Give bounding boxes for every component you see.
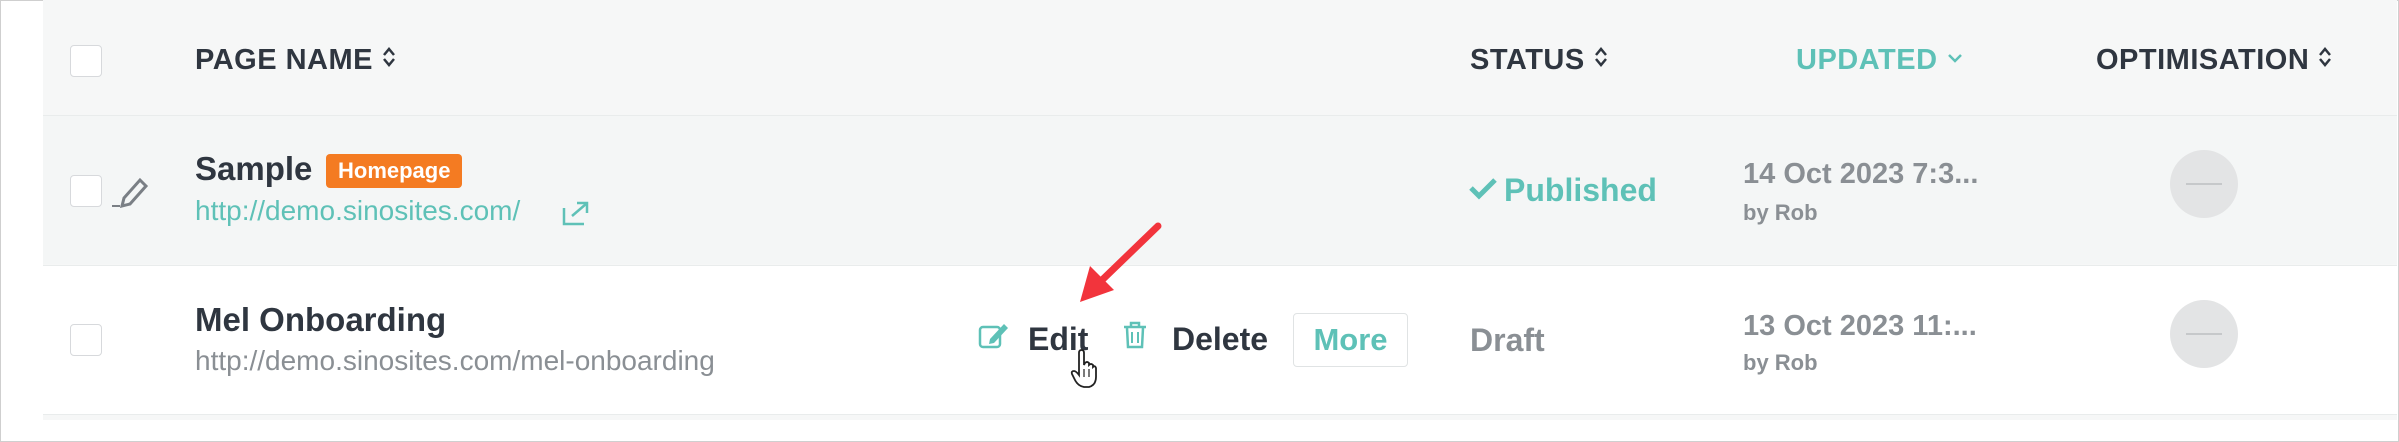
column-header-updated[interactable]: UPDATED (1796, 44, 1964, 77)
page-url-link[interactable]: http://demo.sinosites.com/ (195, 195, 520, 227)
updated-date: 13 Oct 2023 11:... (1743, 310, 1977, 342)
table-row[interactable] (43, 115, 2397, 264)
pencil-icon[interactable] (110, 172, 150, 213)
page-url[interactable]: http://demo.sinosites.com/mel-onboarding (195, 345, 715, 377)
chevron-down-icon (1946, 44, 1964, 77)
delete-button[interactable]: Delete (1122, 320, 1268, 358)
page-name[interactable]: Mel Onboarding (195, 301, 446, 339)
select-all-checkbox[interactable] (70, 45, 102, 77)
edit-icon (978, 320, 1010, 358)
status-draft: Draft (1470, 322, 1545, 358)
trash-icon (1122, 320, 1148, 358)
external-link-icon[interactable] (560, 198, 592, 233)
column-header-page-name[interactable]: PAGE NAME (195, 44, 397, 77)
optimisation-indicator (2170, 150, 2238, 218)
updated-by: by Rob (1743, 350, 1818, 375)
sort-icon (1593, 44, 1609, 77)
optimisation-indicator (2170, 300, 2238, 368)
status-published: Published (1468, 172, 1657, 209)
column-header-status-label: STATUS (1470, 44, 1585, 76)
column-header-status[interactable]: STATUS (1470, 44, 1609, 77)
homepage-badge: Homepage (326, 154, 463, 188)
page-name[interactable]: Sample (195, 150, 312, 188)
sort-icon (2317, 44, 2333, 77)
column-header-optimisation[interactable]: OPTIMISATION (2096, 44, 2333, 77)
annotation-arrow-icon (1070, 220, 1170, 315)
row-checkbox[interactable] (70, 324, 102, 356)
status-label: Published (1504, 172, 1657, 208)
sort-icon (381, 44, 397, 77)
checkmark-icon (1468, 172, 1498, 209)
updated-date: 14 Oct 2023 7:3... (1743, 158, 1979, 190)
column-header-optimisation-label: OPTIMISATION (2096, 44, 2310, 76)
more-button[interactable]: More (1293, 313, 1408, 367)
hand-cursor-icon (1070, 349, 1098, 394)
delete-label: Delete (1172, 320, 1269, 357)
updated-by: by Rob (1743, 200, 1818, 225)
column-header-page-name-label: PAGE NAME (195, 44, 373, 76)
column-header-updated-label: UPDATED (1796, 44, 1938, 76)
row-checkbox[interactable] (70, 175, 102, 207)
